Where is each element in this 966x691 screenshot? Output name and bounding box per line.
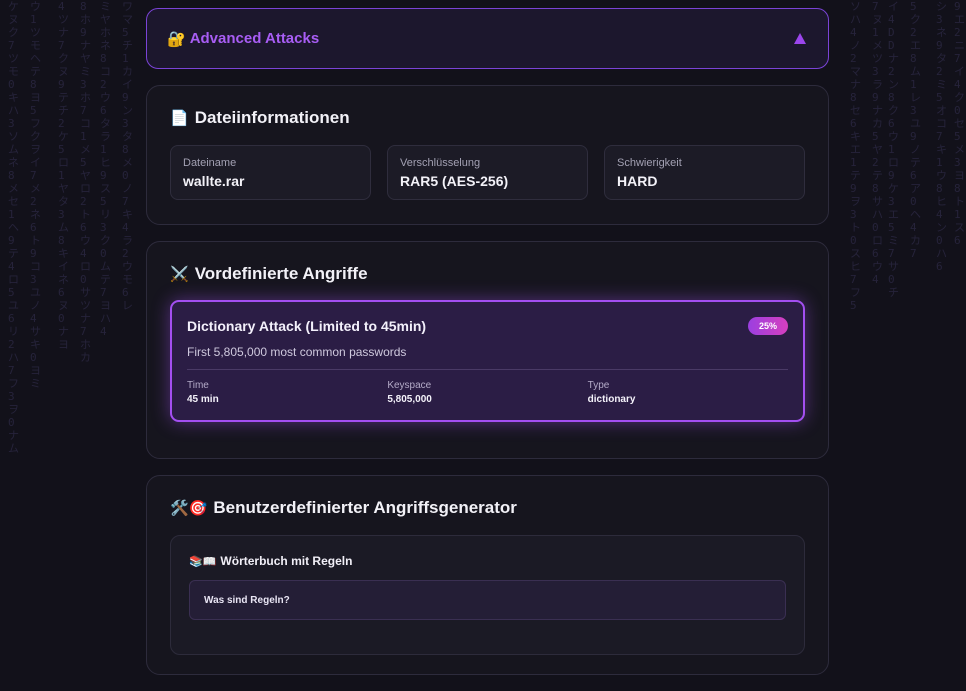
attack-name: Dictionary Attack (Limited to 45min): [187, 318, 426, 334]
matrix-column: ケヌク7ツモ0キハ3ソムネ8メセ1ヘ9テ4ロ5ユ6リ2ハ7フ3ヲ0ナム: [8, 0, 20, 455]
encryption-box: Verschlüsselung RAR5 (AES-256): [387, 145, 588, 200]
stat-time-label: Time: [187, 380, 387, 391]
progress-badge: 25%: [748, 317, 788, 335]
difficulty-label: Schwierigkeit: [617, 157, 792, 169]
encryption-value: RAR5 (AES-256): [400, 173, 575, 189]
file-name-value: wallte.rar: [183, 173, 358, 189]
crossed-swords-icon: ⚔️: [170, 265, 189, 283]
attack-header: Dictionary Attack (Limited to 45min) 25%: [187, 317, 788, 335]
custom-generator-title: 🛠️🎯 Benutzerdefinierter Angriffsgenerato…: [170, 498, 805, 518]
matrix-column: 8ホ9ナヤミ3ホ7コ1メ5ヤロ2ト6ウ4ロ0サツナ7ホカ: [80, 0, 92, 364]
predefined-attacks-heading: Vordefinierte Angriffe: [195, 264, 368, 284]
lock-key-icon: 🔐: [167, 30, 186, 48]
stat-time-value: 45 min: [187, 394, 387, 405]
matrix-column: ミヤホネ8コ2ウ6タラ1ヒ9ス5リ3ク0ムテ7ヨハ4: [100, 0, 112, 338]
custom-generator-card: 🛠️🎯 Benutzerdefinierter Angriffsgenerato…: [146, 475, 829, 675]
main-content: 🔐 Advanced Attacks 📄 Dateiinformationen …: [146, 8, 829, 691]
stat-time: Time 45 min: [187, 380, 387, 405]
advanced-attacks-title: 🔐 Advanced Attacks: [167, 30, 319, 48]
encryption-label: Verschlüsselung: [400, 157, 575, 169]
dictionary-rules-heading: Wörterbuch mit Regeln: [220, 554, 352, 568]
rules-info-box: Was sind Regeln?: [189, 580, 786, 620]
matrix-column: 4ツナ7クヌ9テチ2ケ5ロ1ヤタ3ム8キイネ6ヌ0ナヨ: [58, 0, 70, 351]
stat-keyspace-value: 5,805,000: [387, 394, 587, 405]
advanced-attacks-toggle[interactable]: 🔐 Advanced Attacks: [146, 8, 829, 69]
predefined-attacks-card: ⚔️ Vordefinierte Angriffe Dictionary Att…: [146, 241, 829, 459]
tools-target-icon: 🛠️🎯: [170, 499, 207, 517]
stat-type: Type dictionary: [588, 380, 788, 405]
dictionary-rules-card: 📚📖 Wörterbuch mit Regeln Was sind Regeln…: [170, 535, 805, 655]
triangle-up-icon[interactable]: [794, 33, 806, 44]
stat-keyspace-label: Keyspace: [387, 380, 587, 391]
predefined-attacks-title: ⚔️ Vordefinierte Angriffe: [170, 264, 805, 284]
difficulty-value: HARD: [617, 173, 792, 189]
dictionary-attack-card[interactable]: Dictionary Attack (Limited to 45min) 25%…: [170, 300, 805, 422]
document-icon: 📄: [170, 109, 189, 127]
matrix-column: 7ヌ1メツ3ラ9ナカ5ヤ2テ8サハ0ロ6ウ4: [872, 0, 884, 286]
advanced-attacks-label: Advanced Attacks: [190, 30, 320, 47]
stat-type-label: Type: [588, 380, 788, 391]
matrix-column: シ3ネ9タ2ミ5オコ7キ1ウ8ヒ4ン0ハ6: [936, 0, 948, 273]
matrix-column: 9エ2ニ7イ4ク0セ5メ3ヨ8ト1ス6: [954, 0, 966, 247]
dictionary-rules-title: 📚📖 Wörterbuch mit Regeln: [189, 554, 786, 568]
custom-generator-heading: Benutzerdefinierter Angriffsgenerator: [213, 498, 517, 518]
matrix-column: ワマ5チ1カイ9ン3タ8メ0ノ7キ4ラ2ウモ6レ: [122, 0, 134, 312]
file-name-label: Dateiname: [183, 157, 358, 169]
attack-description: First 5,805,000 most common passwords: [187, 345, 788, 359]
file-info-title: 📄 Dateiinformationen: [170, 108, 805, 128]
stat-type-value: dictionary: [588, 394, 788, 405]
file-info-grid: Dateiname wallte.rar Verschlüsselung RAR…: [170, 145, 805, 200]
matrix-column: ウ1ツモヘテ8ヨ5フクヲイ7メ2ネ6ト9コ3ユノ4サキ0ヨミ: [30, 0, 42, 390]
difficulty-box: Schwierigkeit HARD: [604, 145, 805, 200]
file-info-card: 📄 Dateiinformationen Dateiname wallte.ra…: [146, 85, 829, 225]
file-info-heading: Dateiinformationen: [195, 108, 350, 128]
books-icon: 📚📖: [189, 555, 216, 568]
matrix-column: 5ク2エ8ム1レ3ユ9ノテ6ア0ヘ4カ7: [910, 0, 922, 260]
attack-divider: [187, 369, 788, 370]
attack-stats: Time 45 min Keyspace 5,805,000 Type dict…: [187, 380, 788, 405]
matrix-column: イ4DDナ2ン8ク6ウ1ロ9ケ3エ5ミ7サ0チ: [888, 0, 900, 299]
rules-info-heading: Was sind Regeln?: [204, 595, 290, 606]
stat-keyspace: Keyspace 5,805,000: [387, 380, 587, 405]
matrix-column: ソハ4ノ2マナ8セ6キエ1テ9ヲ3ト0スヒ7フ5: [850, 0, 862, 312]
file-name-box: Dateiname wallte.rar: [170, 145, 371, 200]
